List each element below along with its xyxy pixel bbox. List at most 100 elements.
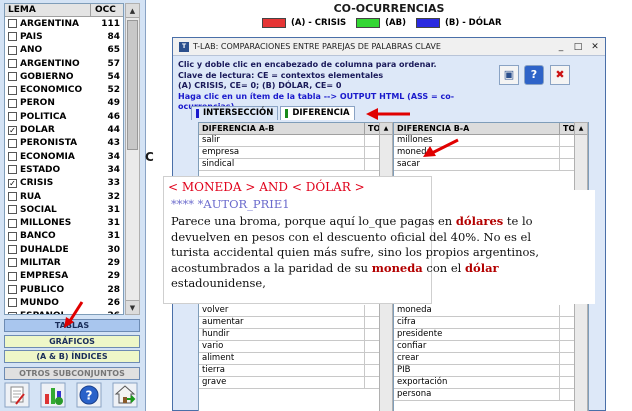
help-icon[interactable]: ? [524,65,544,85]
lemma-column-header[interactable]: LEMA [5,4,91,16]
table-row[interactable]: cifra2 [394,317,588,329]
legend-item: (AB) [356,18,406,28]
graficos-button[interactable]: GRÁFICOS [4,335,140,348]
popup-query-header: < MONEDA > AND < DÓLAR > [164,177,431,197]
lemma-checkbox[interactable]: ✓ [8,178,17,188]
table-row[interactable]: exportación2 [394,377,588,389]
lemma-row[interactable]: ECONOMÍA 34 [5,150,123,163]
lemma-occ: 46 [107,111,120,122]
table-row[interactable]: confiar2 [394,341,588,353]
lemma-checkbox[interactable] [8,245,17,255]
lemma-row[interactable]: MILITAR 29 [5,256,123,269]
lemma-checkbox[interactable] [8,258,17,268]
lemma-label: ARGENTINA [20,18,79,29]
table-row[interactable]: aliment2 [199,353,393,365]
lemma-row[interactable]: ARGENTINA 111 [5,17,123,30]
svg-text:?: ? [86,389,93,403]
lemma-checkbox[interactable] [8,45,17,55]
lemma-checkbox[interactable] [8,271,17,281]
lemma-row[interactable]: RÚA 32 [5,190,123,203]
table-row[interactable]: empresa3 [199,147,393,159]
diferencia-ab-column-header[interactable]: DIFERENCIA A-B [199,123,365,134]
window-close-icon[interactable]: ✕ [588,41,602,53]
tab-interseccion[interactable]: INTERSECCIÓN [191,106,279,120]
lemma-checkbox[interactable] [8,85,17,95]
table-row[interactable]: presidente2 [394,329,588,341]
maximize-icon[interactable]: □ [571,41,585,53]
table-row[interactable]: grave2 [199,377,393,389]
lemma-row[interactable]: PERONISTA 43 [5,137,123,150]
dialog-titlebar[interactable]: T T-LAB: COMPARACIONES ENTRE PAREJAS DE … [173,38,605,56]
indices-button[interactable]: (A & B) ÍNDICES [4,350,140,363]
occ-column-header[interactable]: OCC [91,4,123,16]
table-row[interactable]: volver2 [199,305,393,317]
lemma-row[interactable]: AÑO 65 [5,44,123,57]
lemma-row[interactable]: ✓ CRISIS 33 [5,177,123,190]
lemma-row[interactable]: PERÓN 49 [5,97,123,110]
lemma-checkbox[interactable] [8,138,17,148]
table-row[interactable]: tierra2 [199,365,393,377]
lemma-checkbox[interactable] [8,285,17,295]
lemma-checkbox[interactable] [8,311,17,314]
table-row[interactable]: persona2 [394,389,588,401]
scroll-thumb[interactable] [127,20,138,150]
otros-subconjuntos-button[interactable]: OTROS SUBCONJUNTOS [4,367,140,380]
minimize-icon[interactable]: _ [554,41,568,53]
pen-icon[interactable] [4,382,30,408]
scroll-up-icon[interactable]: ▲ [126,4,139,18]
lemma-row[interactable]: EMPRESA 29 [5,270,123,283]
lemma-row[interactable]: ARGENTINO 57 [5,57,123,70]
lemma-checkbox[interactable] [8,298,17,308]
lemma-checkbox[interactable] [8,59,17,69]
table-row[interactable]: sacar3 [394,159,588,171]
table-row[interactable]: moneda2 [394,305,588,317]
close-icon[interactable]: ✖ [550,65,570,85]
lemma-row[interactable]: DUHALDE 30 [5,243,123,256]
home-icon[interactable] [112,382,138,408]
save-icon[interactable]: ▣ [499,65,519,85]
diferencia-ba-column-header[interactable]: DIFERENCIA B-A [394,123,560,134]
scroll-up-icon[interactable]: ▲ [575,123,587,135]
lemma-row[interactable]: PAÍS 84 [5,30,123,43]
lemma-row[interactable]: ✓ DÓLAR 44 [5,123,123,136]
table-row[interactable]: hundir2 [199,329,393,341]
help-icon[interactable]: ? [76,382,102,408]
lemma-checkbox[interactable] [8,205,17,215]
lemma-scrollbar[interactable]: ▲ ▼ [125,3,140,315]
lemma-checkbox[interactable] [8,32,17,42]
word-cell: moneda [394,147,560,158]
lemma-occ: 29 [107,271,120,282]
lemma-checkbox[interactable] [8,19,17,29]
table-row[interactable]: salir3 [199,135,393,147]
lemma-row[interactable]: POLÍTICA 46 [5,110,123,123]
lemma-row[interactable]: MILLONES 31 [5,216,123,229]
lemma-checkbox[interactable] [8,231,17,241]
table-row[interactable]: vario2 [199,341,393,353]
lemma-checkbox[interactable] [8,98,17,108]
lemma-row[interactable]: SOCIAL 31 [5,203,123,216]
lemma-row[interactable]: ESTADO 34 [5,163,123,176]
lemma-row[interactable]: GOBIERNO 54 [5,70,123,83]
table-row[interactable]: crear2 [394,353,588,365]
word-cell: moneda [394,305,560,316]
scroll-up-icon[interactable]: ▲ [380,123,392,135]
table-row[interactable]: PIB2 [394,365,588,377]
lemma-checkbox[interactable] [8,72,17,82]
left-panel: LEMA OCC ARGENTINA 111 PAÍS 84 AÑO 65 ARGENTIN… [0,0,146,411]
legend-swatch [356,18,381,28]
lemma-row[interactable]: PÚBLICO 28 [5,283,123,296]
lemma-checkbox[interactable] [8,112,17,122]
table-row[interactable]: aumentar2 [199,317,393,329]
lemma-row[interactable]: ECONÓMICO 52 [5,83,123,96]
chart-icon[interactable] [40,382,66,408]
lemma-checkbox[interactable] [8,165,17,175]
scroll-down-icon[interactable]: ▼ [126,300,139,314]
lemma-checkbox[interactable] [8,192,17,201]
lemma-checkbox[interactable]: ✓ [8,125,17,135]
lemma-checkbox[interactable] [8,218,17,228]
lemma-row[interactable]: BANCO 31 [5,230,123,243]
table-row[interactable]: sindical3 [199,159,393,171]
lemma-checkbox[interactable] [8,152,17,162]
tab-diferencia[interactable]: DIFERENCIA [280,106,355,120]
lemma-list: ARGENTINA 111 PAÍS 84 AÑO 65 ARGENTINO 57 GOBIER… [5,17,123,314]
